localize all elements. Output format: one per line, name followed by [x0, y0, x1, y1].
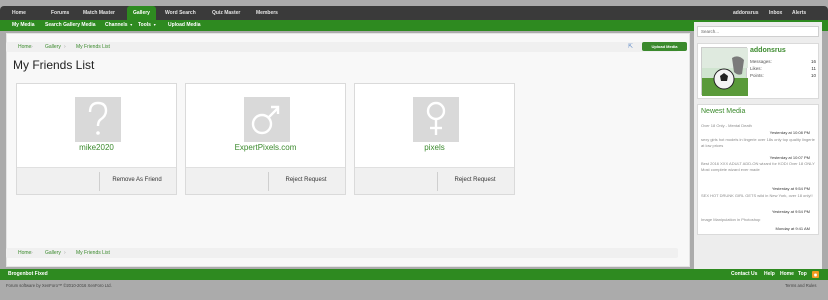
nav-username[interactable]: addonsrus — [733, 6, 759, 20]
media-item-title[interactable]: Image Manipulation in Photoshop — [701, 217, 816, 223]
footer-top[interactable]: Top — [798, 269, 807, 280]
terms-link[interactable]: Terms and Rules — [785, 283, 816, 288]
remove-friend-button[interactable]: Remove As Friend — [101, 177, 173, 183]
male-icon — [251, 105, 280, 135]
reject-request-button[interactable]: Reject Request — [439, 177, 511, 183]
media-item-title[interactable]: SEX HOT DRUNK GIRL GETS wild in New York… — [701, 193, 816, 199]
stat-likes: Likes: 11 — [750, 66, 816, 71]
friend-avatar[interactable] — [413, 97, 459, 142]
stat-value[interactable]: 10 — [811, 73, 816, 78]
media-item-time: Yesterday at 9:54 PM — [771, 209, 810, 214]
copyright-text: Forum software by XenForo™ ©2010-2016 Xe… — [6, 283, 112, 288]
footer-home[interactable]: Home — [780, 269, 794, 280]
question-icon — [88, 101, 108, 135]
chevron-down-icon: ▼ — [152, 23, 157, 27]
breadcrumb-home[interactable]: Home — [18, 248, 31, 258]
media-item-title[interactable]: Best 2016 XXX ADULT ADD-ON wizard for KO… — [701, 161, 816, 172]
chevron-down-icon: ▼ — [129, 23, 133, 27]
nav-alerts[interactable]: Alerts — [792, 6, 806, 20]
nav-quiz-master[interactable]: Quiz Master — [212, 6, 240, 20]
user-info-box: addonsrus Messages: 16 Likes: 11 Points:… — [697, 43, 819, 99]
subnav-tools-label: Tools — [138, 22, 151, 28]
stat-value[interactable]: 11 — [811, 66, 816, 71]
breadcrumb-arrow: › — [64, 250, 66, 256]
friend-avatar[interactable] — [75, 97, 121, 142]
friend-name[interactable]: mike2020 — [17, 143, 176, 152]
stat-label: Messages: — [750, 59, 772, 64]
female-icon — [426, 101, 446, 135]
nav-gallery[interactable]: Gallery — [127, 6, 156, 20]
upload-media-button[interactable]: Upload Media — [642, 42, 687, 51]
breadcrumb-arrow: › — [31, 250, 33, 256]
stat-messages: Messages: 16 — [750, 59, 816, 64]
media-item-time: Yesterday at 9:54 PM — [771, 186, 810, 191]
subnav-upload-media[interactable]: Upload Media — [168, 20, 201, 31]
friend-card: pixels Reject Request — [354, 83, 515, 195]
stat-points: Points: 10 — [750, 73, 816, 78]
top-navigation: Home Forums Match Master Gallery Word Se… — [0, 6, 828, 20]
friend-card: mike2020 Remove As Friend — [16, 83, 177, 195]
newest-media-box: Newest Media Over 18 Only - Mental Death… — [697, 104, 819, 235]
friend-card-footer: Reject Request — [186, 167, 345, 194]
divider — [99, 172, 100, 191]
subnav-channels[interactable]: Channels ▼ — [105, 20, 133, 31]
breadcrumb-gallery[interactable]: Gallery — [45, 248, 61, 258]
breadcrumb-gallery[interactable]: Gallery — [45, 42, 61, 52]
reject-request-button[interactable]: Reject Request — [270, 177, 342, 183]
stat-label: Points: — [750, 73, 764, 78]
newest-media-title[interactable]: Newest Media — [701, 108, 745, 115]
friend-avatar[interactable] — [244, 97, 290, 142]
breadcrumb-arrow: › — [31, 44, 33, 50]
avatar[interactable] — [701, 47, 748, 96]
footer-bar: Brogenbot Fixed Contact Us Help Home Top… — [0, 269, 828, 280]
page-title: My Friends List — [13, 58, 95, 72]
nav-members[interactable]: Members — [256, 6, 278, 20]
media-item-time: Monday at 9:41 AM — [775, 226, 810, 231]
subnav-channels-label: Channels — [105, 22, 128, 28]
friend-card-footer: Reject Request — [355, 167, 514, 194]
nav-match-master[interactable]: Match Master — [83, 6, 115, 20]
breadcrumb-current[interactable]: My Friends List — [76, 248, 110, 258]
friend-card-footer: Remove As Friend — [17, 167, 176, 194]
stat-value[interactable]: 16 — [811, 59, 816, 64]
nav-home[interactable]: Home — [12, 6, 26, 20]
divider — [437, 172, 438, 191]
rss-icon[interactable]: ◉ — [812, 271, 819, 278]
breadcrumb-arrow: › — [64, 44, 66, 50]
media-item-time: Yesterday at 10:08 PM — [769, 130, 810, 135]
footer-contact-us[interactable]: Contact Us — [731, 269, 757, 280]
user-avatar-image — [702, 48, 748, 96]
friend-card: ExpertPixels.com Reject Request — [185, 83, 346, 195]
nav-word-search[interactable]: Word Search — [165, 6, 196, 20]
nav-inbox[interactable]: Inbox — [769, 6, 782, 20]
link-icon[interactable]: ⇱ — [628, 42, 633, 52]
username[interactable]: addonsrus — [750, 47, 786, 54]
subnav-tools[interactable]: Tools ▼ — [138, 20, 156, 31]
stat-label: Likes: — [750, 66, 762, 71]
divider — [268, 172, 269, 191]
breadcrumb-home[interactable]: Home — [18, 42, 31, 52]
search-input[interactable]: Search... — [697, 26, 819, 37]
media-item-time: Yesterday at 10:07 PM — [769, 155, 810, 160]
friend-name[interactable]: ExpertPixels.com — [186, 143, 345, 152]
friend-name[interactable]: pixels — [355, 143, 514, 152]
footer-help[interactable]: Help — [764, 269, 775, 280]
footer-style-chooser[interactable]: Brogenbot Fixed — [8, 269, 48, 280]
media-item-title[interactable]: Over 18 Only - Mental Death — [701, 123, 816, 129]
breadcrumb-current[interactable]: My Friends List — [76, 42, 110, 52]
media-item-title[interactable]: sexy girls hot models in lingerie over 1… — [701, 137, 816, 148]
subnav-search-gallery-media[interactable]: Search Gallery Media — [45, 20, 96, 31]
nav-forums[interactable]: Forums — [51, 6, 69, 20]
subnav-my-media[interactable]: My Media — [12, 20, 35, 31]
